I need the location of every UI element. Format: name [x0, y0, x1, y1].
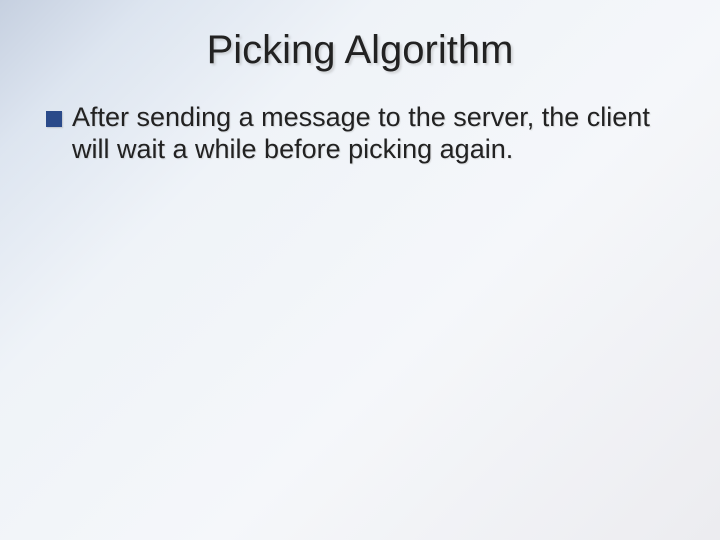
slide-title: Picking Algorithm [40, 28, 680, 73]
square-bullet-icon [46, 111, 62, 127]
bullet-item: After sending a message to the server, t… [46, 101, 674, 166]
bullet-text: After sending a message to the server, t… [72, 101, 674, 166]
slide: Picking Algorithm After sending a messag… [0, 0, 720, 540]
slide-body: After sending a message to the server, t… [40, 101, 680, 166]
